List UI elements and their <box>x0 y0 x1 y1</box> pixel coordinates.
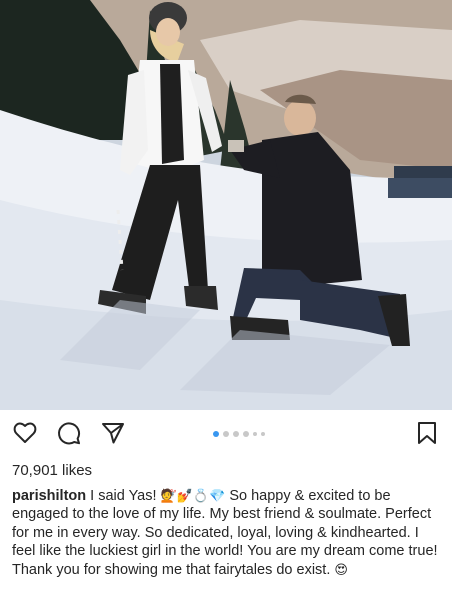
caption-text-start: I said Yas! <box>86 488 161 504</box>
post-caption: parishilton I said Yas! 💇💅💍💎 So happy & … <box>12 487 444 579</box>
carousel-dot-active <box>213 431 219 437</box>
heart-icon[interactable] <box>12 420 38 446</box>
caption-emojis: 💇💅💍💎 <box>160 488 226 503</box>
instagram-post: 70,901 likes parishilton I said Yas! 💇💅💍… <box>0 0 452 599</box>
caption-username[interactable]: parishilton <box>12 488 86 504</box>
carousel-dot <box>223 431 229 437</box>
carousel-dots <box>213 430 265 438</box>
share-icon[interactable] <box>100 420 126 446</box>
proposal-photo-illustration <box>0 0 452 410</box>
carousel-dot <box>253 432 257 436</box>
post-photo[interactable] <box>0 0 452 410</box>
heart-eyes-emoji: 😍 <box>334 561 348 577</box>
action-bar <box>0 410 452 454</box>
carousel-dot <box>261 432 265 436</box>
comment-icon[interactable] <box>56 420 82 446</box>
bookmark-icon[interactable] <box>414 420 440 446</box>
carousel-dot <box>233 431 239 437</box>
likes-count[interactable]: 70,901 likes <box>12 462 92 479</box>
carousel-dot <box>243 431 249 437</box>
